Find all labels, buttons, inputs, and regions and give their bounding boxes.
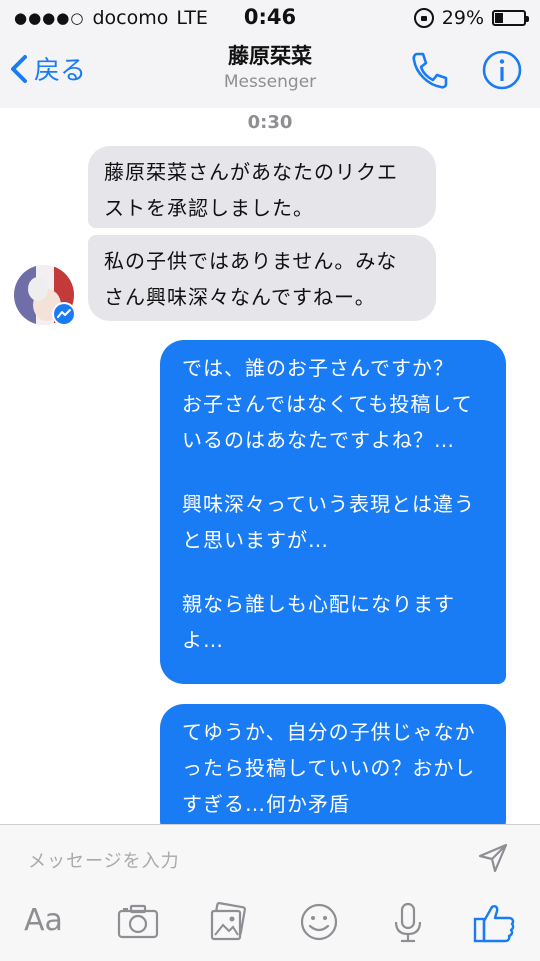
like-button[interactable] <box>472 901 516 949</box>
message-text-line: ストを承認しました。 <box>104 196 314 220</box>
composer-toolbar: Aa <box>0 895 540 955</box>
send-button[interactable] <box>476 841 510 879</box>
contact-name: 藤原栞菜 <box>228 44 312 68</box>
received-message-bubble[interactable]: 私の子供ではありません。みな さん興味深々なんですねー。 <box>88 235 436 321</box>
camera-icon <box>117 904 159 939</box>
message-text-line: すぎる…何か矛盾 <box>182 792 350 816</box>
battery-icon <box>492 10 529 26</box>
message-text-line: 興味深々っていう表現とは違う <box>182 492 475 516</box>
message-thread[interactable]: 0:30 藤原栞菜さんがあなたのリクエ ストを承認しました。 私の子供ではありま… <box>0 108 540 824</box>
microphone-icon <box>394 902 422 943</box>
messenger-badge <box>52 302 76 326</box>
message-text-line: と思いますが… <box>182 528 329 552</box>
message-text-line: 藤原栞菜さんがあなたのリクエ <box>104 160 398 184</box>
info-button[interactable] <box>480 48 524 96</box>
sent-message-bubble[interactable]: では、誰のお子さんですか？ お子さんではなくても投稿して いるのはあなたですよね… <box>160 340 506 684</box>
received-message-bubble[interactable]: 藤原栞菜さんがあなたのリクエ ストを承認しました。 <box>88 146 436 228</box>
message-text-line: ったら投稿していいの？おかし <box>182 756 476 780</box>
message-text-line: お子さんではなくても投稿して <box>182 392 473 416</box>
message-input[interactable]: メッセージを入力 <box>28 847 180 873</box>
info-icon <box>482 50 522 90</box>
camera-button[interactable] <box>116 901 160 945</box>
emoji-button[interactable] <box>298 901 340 947</box>
voice-button[interactable] <box>390 901 426 949</box>
photo-gallery-button[interactable] <box>207 901 249 947</box>
rotation-lock-icon <box>413 8 434 28</box>
message-text-line: では、誰のお子さんですか？ <box>182 356 454 380</box>
send-arrow-icon <box>478 843 508 873</box>
emoji-icon <box>300 903 338 941</box>
battery-info: 29% <box>413 7 529 29</box>
phone-icon <box>412 52 448 89</box>
message-text-line: よ… <box>182 628 224 652</box>
photo-gallery-icon <box>210 901 247 941</box>
battery-percent: 29% <box>441 7 484 29</box>
font-size-button[interactable]: Aa <box>24 903 63 938</box>
call-button[interactable] <box>408 50 450 94</box>
message-text-line: 私の子供ではありません。みな <box>104 249 398 273</box>
status-bar: ●●●●○ docomo LTE 0:46 29% <box>0 0 540 36</box>
conversation-header: 戻る 藤原栞菜 Messenger <box>0 36 540 109</box>
message-composer: メッセージを入力 Aa <box>0 824 540 961</box>
like-icon <box>473 905 515 943</box>
sent-message-bubble[interactable]: てゆうか、自分の子供じゃなか ったら投稿していいの？おかし すぎる…何か矛盾 <box>160 704 506 824</box>
battery-fill <box>495 13 503 23</box>
message-text-line: さん興味深々なんですねー。 <box>104 285 376 309</box>
message-timestamp: 0:30 <box>247 112 293 133</box>
message-text-line: いるのはあなたですよね？… <box>182 428 455 452</box>
messenger-bolt-icon <box>54 304 74 324</box>
app-name: Messenger <box>223 72 317 92</box>
message-text-line: 親なら誰しも心配になります <box>182 592 455 616</box>
message-text-line: てゆうか、自分の子供じゃなか <box>182 720 476 744</box>
